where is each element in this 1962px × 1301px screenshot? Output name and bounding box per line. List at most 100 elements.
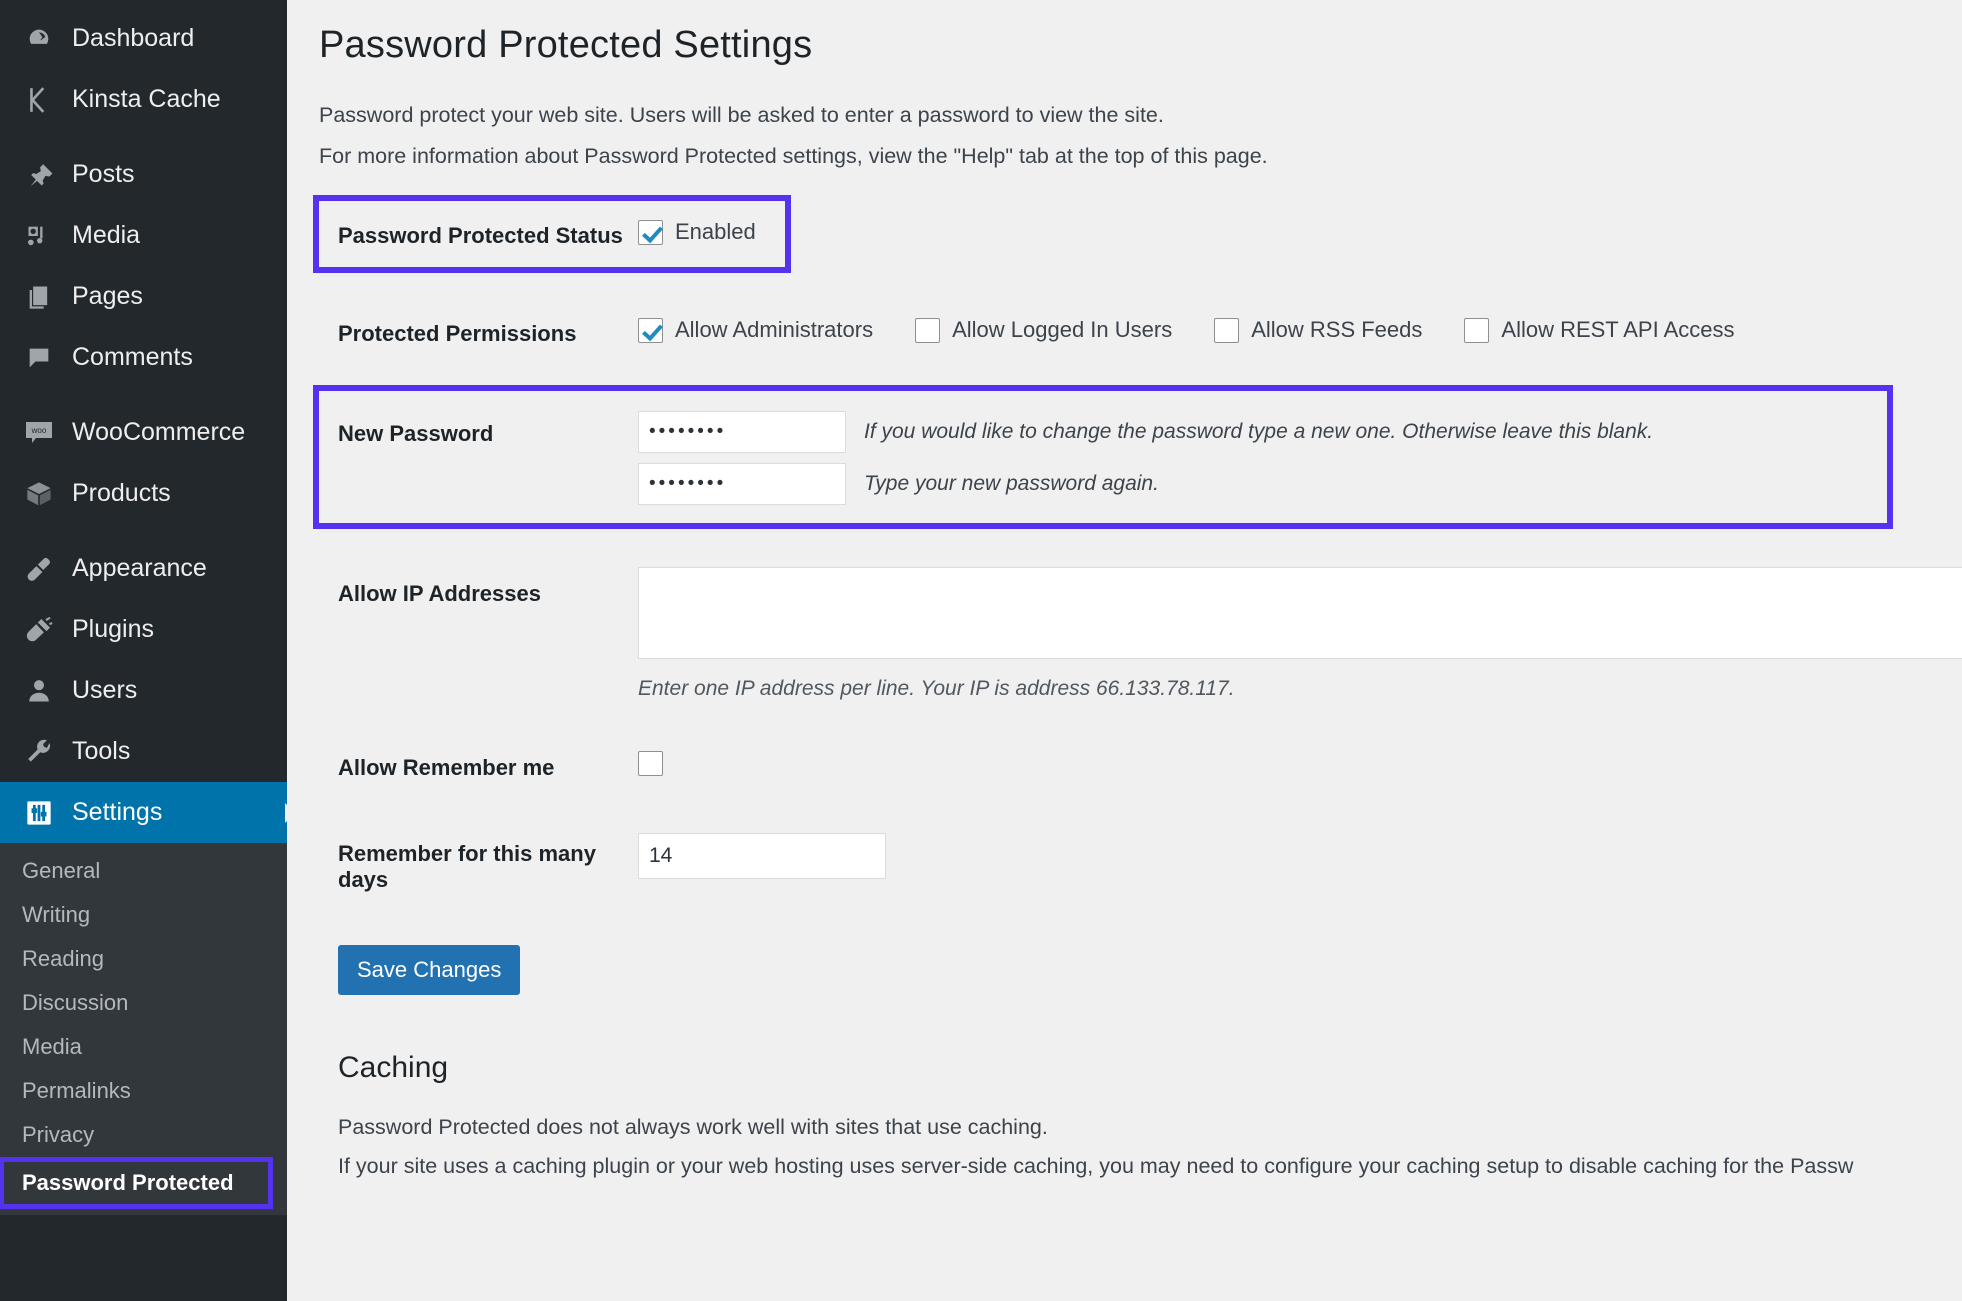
sidebar-item-password-protected[interactable]: Password Protected xyxy=(0,1157,273,1209)
allow-logged-in-users-checkbox[interactable] xyxy=(915,317,941,343)
page-title: Password Protected Settings xyxy=(319,24,813,66)
admin-sidebar: Dashboard Kinsta Cache Posts Media Pages… xyxy=(0,0,295,1301)
sidebar-item-kinsta-cache[interactable]: Kinsta Cache xyxy=(0,69,287,130)
allow-logged-in-users-label: Allow Logged In Users xyxy=(952,317,1173,343)
allow-administrators-label: Allow Administrators xyxy=(675,317,874,343)
allow-rss-feeds-label: Allow RSS Feeds xyxy=(1251,317,1423,343)
sidebar-item-permalinks[interactable]: Permalinks xyxy=(0,1069,287,1113)
new-password-input[interactable]: •••••••• xyxy=(638,411,846,454)
caching-line-1: Password Protected does not always work … xyxy=(338,1115,1048,1140)
remember-days-value: 14 xyxy=(649,844,673,868)
allow-administrators-wrap[interactable]: Allow Administrators xyxy=(638,317,873,343)
pin-icon xyxy=(14,161,64,189)
remember-days-label: Remember for this many days xyxy=(338,841,596,893)
caching-title: Caching xyxy=(338,1051,449,1085)
sidebar-item-label: Products xyxy=(72,479,171,507)
sidebar-item-users[interactable]: Users xyxy=(0,660,287,721)
enabled-checkbox-label: Enabled xyxy=(675,219,756,245)
allow-ip-addresses-hint: Enter one IP address per line. Your IP i… xyxy=(638,677,1235,701)
sidebar-item-tools[interactable]: Tools xyxy=(0,721,287,782)
allow-rest-api-access-label: Allow REST API Access xyxy=(1501,317,1735,343)
sidebar-item-reading[interactable]: Reading xyxy=(0,937,287,981)
password-protected-status-highlight: Password Protected Status Enabled xyxy=(313,195,791,274)
intro-line-1: Password protect your web site. Users wi… xyxy=(319,103,1164,127)
allow-logged-in-users-wrap[interactable]: Allow Logged In Users xyxy=(915,317,1172,343)
wrench-icon xyxy=(14,738,64,766)
permissions-options: Allow Administrators Allow Logged In Use… xyxy=(638,317,1962,343)
settings-submenu: General Writing Reading Discussion Media… xyxy=(0,843,287,1215)
kinsta-k-icon xyxy=(14,86,64,114)
sidebar-item-writing[interactable]: Writing xyxy=(0,893,287,937)
user-icon xyxy=(14,677,64,705)
sidebar-item-plugins[interactable]: Plugins xyxy=(0,599,287,660)
sidebar-item-label: Plugins xyxy=(72,615,154,643)
confirm-password-input[interactable]: •••••••• xyxy=(638,463,846,506)
sidebar-item-label: Comments xyxy=(72,343,193,371)
settings-sliders-icon xyxy=(14,799,64,827)
menu-separator xyxy=(0,524,287,538)
sidebar-item-label: Users xyxy=(72,676,138,704)
settings-form: Password Protected Status Enabled Protec… xyxy=(313,195,1962,996)
sidebar-item-label: Tools xyxy=(72,737,131,765)
caching-line-2: If your site uses a caching plugin or yo… xyxy=(338,1154,1854,1179)
sidebar-item-woocommerce[interactable]: woo WooCommerce xyxy=(0,402,287,463)
sidebar-item-appearance[interactable]: Appearance xyxy=(0,538,287,599)
sidebar-item-label: Appearance xyxy=(72,554,207,582)
comment-bubble-icon xyxy=(14,344,64,372)
sidebar-item-label: Settings xyxy=(72,798,163,826)
menu-separator xyxy=(0,130,287,144)
sidebar-item-privacy[interactable]: Privacy xyxy=(0,1113,287,1157)
allow-ip-addresses-textarea[interactable] xyxy=(638,567,1962,660)
row-remember-days: Remember for this many days 14 xyxy=(319,833,1962,893)
new-password-highlight: New Password •••••••• If you would like … xyxy=(313,385,1893,530)
pages-icon xyxy=(14,283,64,311)
row-password-protected-status: Password Protected Status Enabled xyxy=(319,219,785,249)
allow-rest-api-access-checkbox[interactable] xyxy=(1464,317,1490,343)
sidebar-item-label: WooCommerce xyxy=(72,418,246,446)
intro-line-2: For more information about Password Prot… xyxy=(319,144,1268,169)
box-icon xyxy=(14,480,64,508)
new-password-hint: If you would like to change the password… xyxy=(864,420,1654,444)
remember-days-input[interactable]: 14 xyxy=(638,833,886,880)
sidebar-item-label: Dashboard xyxy=(72,24,195,52)
sidebar-item-label: Posts xyxy=(72,160,135,188)
sidebar-item-dashboard[interactable]: Dashboard xyxy=(0,8,287,69)
allow-rss-feeds-wrap[interactable]: Allow RSS Feeds xyxy=(1214,317,1422,343)
allow-rss-feeds-checkbox[interactable] xyxy=(1214,317,1240,343)
plug-icon xyxy=(14,616,64,644)
sidebar-item-products[interactable]: Products xyxy=(0,463,287,524)
sidebar-item-pages[interactable]: Pages xyxy=(0,266,287,327)
media-icon xyxy=(14,222,64,250)
protected-permissions-label: Protected Permissions xyxy=(338,321,577,347)
row-allow-ip-addresses: Allow IP Addresses Enter one IP address … xyxy=(319,567,1962,701)
save-changes-button[interactable]: Save Changes xyxy=(338,945,521,996)
sidebar-item-media-settings[interactable]: Media xyxy=(0,1025,287,1069)
sidebar-item-posts[interactable]: Posts xyxy=(0,144,287,205)
sidebar-item-media[interactable]: Media xyxy=(0,205,287,266)
woocommerce-icon: woo xyxy=(14,420,64,446)
sidebar-item-settings[interactable]: Settings xyxy=(0,782,295,843)
sidebar-item-label: Pages xyxy=(72,282,143,310)
password-protected-status-label: Password Protected Status xyxy=(338,223,623,249)
row-allow-remember-me: Allow Remember me xyxy=(319,751,1962,781)
enabled-checkbox-wrap[interactable]: Enabled xyxy=(638,219,756,245)
new-password-value: •••••••• xyxy=(649,421,727,443)
menu-separator xyxy=(0,388,287,402)
paintbrush-icon xyxy=(14,555,64,583)
allow-remember-me-label: Allow Remember me xyxy=(338,755,555,781)
dashboard-icon xyxy=(14,25,64,53)
sidebar-item-general[interactable]: General xyxy=(0,849,287,893)
enabled-checkbox[interactable] xyxy=(638,219,663,245)
wordpress-admin-screen: Dashboard Kinsta Cache Posts Media Pages… xyxy=(0,0,1962,1301)
allow-rest-api-access-wrap[interactable]: Allow REST API Access xyxy=(1464,317,1735,343)
allow-administrators-checkbox[interactable] xyxy=(638,317,663,343)
svg-text:woo: woo xyxy=(31,426,47,435)
sidebar-item-comments[interactable]: Comments xyxy=(0,327,287,388)
caching-section: Caching Password Protected does not alwa… xyxy=(319,1051,1962,1179)
sidebar-item-label: Media xyxy=(72,221,141,249)
main-content: Password Protected Settings Password pro… xyxy=(287,0,1962,1301)
allow-remember-me-checkbox[interactable] xyxy=(638,751,663,777)
row-protected-permissions: Protected Permissions Allow Administrato… xyxy=(319,317,1962,347)
row-new-password: New Password •••••••• If you would like … xyxy=(319,411,1887,506)
sidebar-item-discussion[interactable]: Discussion xyxy=(0,981,287,1025)
